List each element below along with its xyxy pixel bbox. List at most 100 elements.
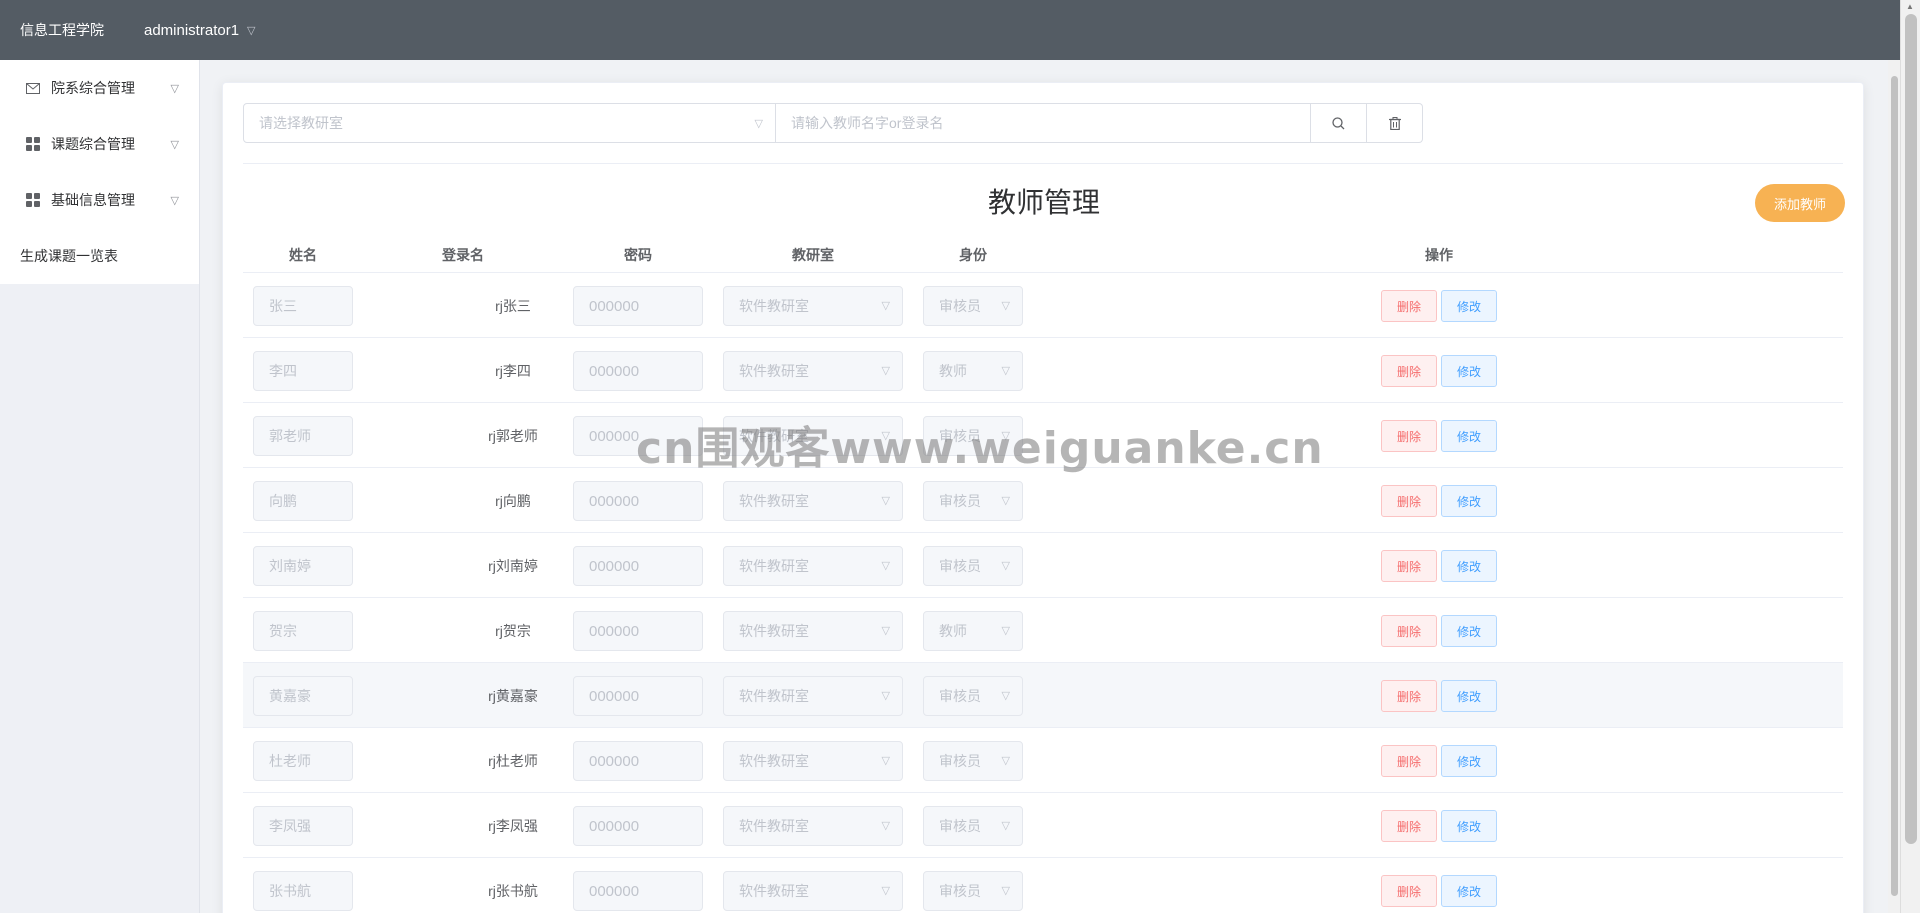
- delete-button[interactable]: 删除: [1381, 485, 1437, 517]
- delete-button[interactable]: 删除: [1381, 680, 1437, 712]
- room-select[interactable]: 软件教研室 ▽: [723, 481, 903, 521]
- page-scrollbar[interactable]: ▲: [1900, 0, 1920, 913]
- password-field[interactable]: 000000: [573, 806, 703, 846]
- edit-button[interactable]: 修改: [1441, 420, 1497, 452]
- name-field[interactable]: 李凤强: [253, 806, 353, 846]
- room-select[interactable]: 软件教研室 ▽: [723, 806, 903, 846]
- role-select[interactable]: 审核员 ▽: [923, 741, 1023, 781]
- sidebar-item-topic-list[interactable]: 生成课题一览表: [0, 228, 199, 284]
- sidebar-item-department[interactable]: 院系综合管理 ▽: [0, 60, 199, 116]
- password-field[interactable]: 000000: [573, 676, 703, 716]
- password-field[interactable]: 000000: [573, 286, 703, 326]
- edit-button[interactable]: 修改: [1441, 875, 1497, 907]
- delete-button[interactable]: 删除: [1381, 745, 1437, 777]
- password-field[interactable]: 000000: [573, 416, 703, 456]
- login-name: rj杜老师: [488, 753, 538, 769]
- edit-button[interactable]: 修改: [1441, 550, 1497, 582]
- role-select[interactable]: 审核员 ▽: [923, 286, 1023, 326]
- role-select[interactable]: 审核员 ▽: [923, 871, 1023, 911]
- table-row: 杜老师 rj杜老师 000000 软件教研室 ▽ 审核员 ▽ 删除 修改: [243, 728, 1843, 793]
- password-field[interactable]: 000000: [573, 871, 703, 911]
- name-field[interactable]: 杜老师: [253, 741, 353, 781]
- name-field[interactable]: 张三: [253, 286, 353, 326]
- table-row: 李凤强 rj李凤强 000000 软件教研室 ▽ 审核员 ▽ 删除 修改: [243, 793, 1843, 858]
- scrollbar-thumb[interactable]: [1891, 76, 1898, 896]
- room-select[interactable]: 软件教研室 ▽: [723, 611, 903, 651]
- sidebar-item-basic-info[interactable]: 基础信息管理 ▽: [0, 172, 199, 228]
- role-value: 审核员: [939, 818, 981, 834]
- name-field[interactable]: 刘南婷: [253, 546, 353, 586]
- room-value: 软件教研室: [739, 298, 809, 314]
- delete-button[interactable]: 删除: [1381, 875, 1437, 907]
- room-select[interactable]: 软件教研室 ▽: [723, 741, 903, 781]
- divider: [243, 163, 1843, 164]
- add-teacher-button[interactable]: 添加教师: [1755, 184, 1845, 222]
- name-value: 刘南婷: [269, 558, 311, 574]
- mail-icon: [25, 80, 41, 96]
- name-value: 贺宗: [269, 623, 297, 639]
- edit-button[interactable]: 修改: [1441, 745, 1497, 777]
- chevron-down-icon: ▽: [881, 625, 890, 637]
- name-field[interactable]: 黄嘉豪: [253, 676, 353, 716]
- name-field[interactable]: 张书航: [253, 871, 353, 911]
- search-button[interactable]: [1311, 103, 1367, 143]
- delete-button[interactable]: 删除: [1381, 810, 1437, 842]
- password-field[interactable]: 000000: [573, 611, 703, 651]
- room-value: 软件教研室: [739, 558, 809, 574]
- edit-button[interactable]: 修改: [1441, 615, 1497, 647]
- chevron-down-icon: ▽: [1001, 885, 1010, 897]
- name-field[interactable]: 贺宗: [253, 611, 353, 651]
- edit-button[interactable]: 修改: [1441, 485, 1497, 517]
- role-select[interactable]: 审核员 ▽: [923, 416, 1023, 456]
- role-select[interactable]: 教师 ▽: [923, 611, 1023, 651]
- role-select[interactable]: 审核员 ▽: [923, 676, 1023, 716]
- password-field[interactable]: 000000: [573, 351, 703, 391]
- delete-button[interactable]: 删除: [1381, 355, 1437, 387]
- room-select[interactable]: 软件教研室 ▽: [723, 676, 903, 716]
- sidebar-item-topics[interactable]: 课题综合管理 ▽: [0, 116, 199, 172]
- name-field[interactable]: 向鹏: [253, 481, 353, 521]
- name-field[interactable]: 郭老师: [253, 416, 353, 456]
- password-field[interactable]: 000000: [573, 546, 703, 586]
- clear-button[interactable]: [1367, 103, 1423, 143]
- room-select[interactable]: 软件教研室 ▽: [723, 871, 903, 911]
- column-header-name: 姓名: [289, 247, 317, 263]
- login-name: rj李凤强: [488, 818, 538, 834]
- edit-button[interactable]: 修改: [1441, 810, 1497, 842]
- password-field[interactable]: 000000: [573, 481, 703, 521]
- password-field[interactable]: 000000: [573, 741, 703, 781]
- role-select[interactable]: 审核员 ▽: [923, 546, 1023, 586]
- edit-button[interactable]: 修改: [1441, 680, 1497, 712]
- delete-button[interactable]: 删除: [1381, 420, 1437, 452]
- content-scrollbar[interactable]: [1888, 60, 1900, 913]
- role-value: 审核员: [939, 558, 981, 574]
- delete-button[interactable]: 删除: [1381, 615, 1437, 647]
- chevron-down-icon: ▽: [170, 194, 179, 207]
- edit-button[interactable]: 修改: [1441, 290, 1497, 322]
- scrollbar-thumb[interactable]: [1905, 14, 1917, 844]
- scroll-up-icon[interactable]: ▲: [1906, 2, 1914, 11]
- name-field[interactable]: 李四: [253, 351, 353, 391]
- table-row: 郭老师 rj郭老师 000000 软件教研室 ▽ 审核员 ▽ 删除 修改: [243, 403, 1843, 468]
- role-value: 审核员: [939, 298, 981, 314]
- password-value: 000000: [589, 297, 640, 315]
- role-select[interactable]: 审核员 ▽: [923, 481, 1023, 521]
- role-select[interactable]: 教师 ▽: [923, 351, 1023, 391]
- sidebar-item-label: 基础信息管理: [51, 192, 135, 208]
- room-select[interactable]: 软件教研室 ▽: [723, 286, 903, 326]
- edit-button[interactable]: 修改: [1441, 355, 1497, 387]
- room-select[interactable]: 软件教研室 ▽: [723, 546, 903, 586]
- name-value: 向鹏: [269, 493, 297, 509]
- room-select[interactable]: 软件教研室 ▽: [723, 351, 903, 391]
- delete-button[interactable]: 删除: [1381, 550, 1437, 582]
- delete-button[interactable]: 删除: [1381, 290, 1437, 322]
- room-value: 软件教研室: [739, 883, 809, 899]
- table-row: 张三 rj张三 000000 软件教研室 ▽ 审核员 ▽ 删除 修改: [243, 273, 1843, 338]
- role-value: 审核员: [939, 688, 981, 704]
- room-select[interactable]: 软件教研室 ▽: [723, 416, 903, 456]
- user-menu[interactable]: administrator1 ▽: [144, 22, 256, 39]
- role-select[interactable]: 审核员 ▽: [923, 806, 1023, 846]
- search-input[interactable]: 请输入教师名字or登录名: [776, 103, 1311, 143]
- login-name: rj张三: [495, 298, 531, 314]
- room-select[interactable]: 请选择教研室 ▽: [243, 103, 776, 143]
